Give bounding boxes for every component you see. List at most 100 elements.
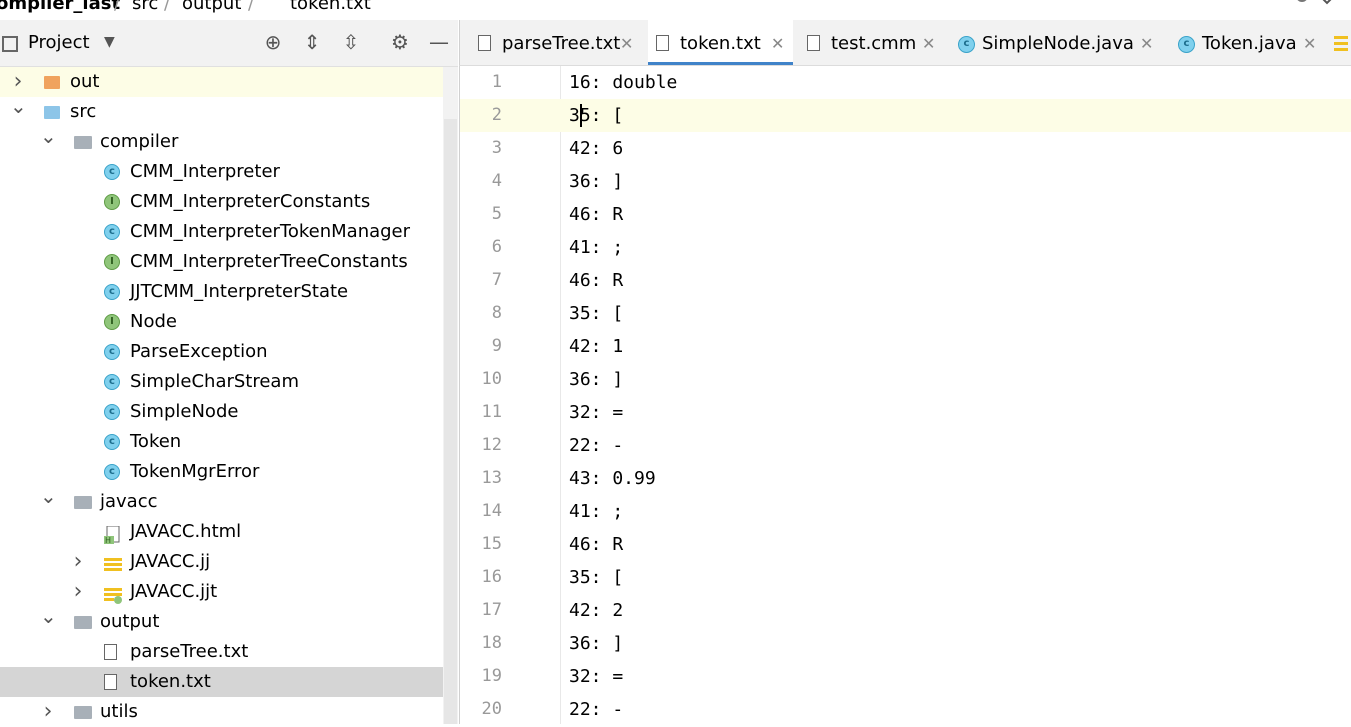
code-line[interactable]: 19 32: = — [460, 660, 1351, 693]
breadcrumb-item-output[interactable]: output — [182, 0, 241, 14]
minimize-icon[interactable]: — — [427, 30, 451, 54]
code-line[interactable]: 18 36: ] — [460, 627, 1351, 660]
chevron-right-icon[interactable]: › — [40, 697, 56, 727]
code-line[interactable]: 16 35: [ — [460, 561, 1351, 594]
editor-tab[interactable]: test.cmm ✕ — [799, 20, 944, 65]
tree-item-label: JAVACC.jjt — [130, 581, 218, 602]
close-icon[interactable]: ✕ — [771, 20, 784, 65]
code-line[interactable]: 2 35: [ — [460, 99, 1351, 132]
line-number: 5 — [491, 204, 502, 224]
editor-tab[interactable]: parseTree.txt ✕ — [470, 20, 642, 65]
code-line[interactable]: 20 22: - — [460, 693, 1351, 726]
code-text: 36: ] — [569, 171, 624, 192]
code-line[interactable]: 17 42: 2 — [460, 594, 1351, 627]
chevron-down-icon[interactable]: ▼ — [104, 34, 115, 50]
gear-icon[interactable]: ⚙ — [388, 30, 412, 54]
code-line[interactable]: 13 43: 0.99 — [460, 462, 1351, 495]
close-icon[interactable]: ✕ — [620, 20, 633, 65]
tree-item-label: CMM_Interpreter — [130, 161, 280, 182]
editor-tab[interactable]: token.txt ✕ — [648, 20, 793, 65]
text-file-icon — [478, 35, 491, 51]
code-line[interactable]: 14 41: ; — [460, 495, 1351, 528]
tree-item[interactable]: › out — [0, 67, 443, 97]
chevron-right-icon[interactable]: › — [70, 547, 86, 577]
code-line[interactable]: 3 42: 6 — [460, 132, 1351, 165]
close-icon[interactable]: ✕ — [922, 20, 935, 65]
tree-item[interactable]: c SimpleNode — [0, 397, 443, 427]
code-text: 46: R — [569, 534, 624, 555]
interface-icon: I — [104, 314, 120, 330]
tree-item[interactable]: I CMM_InterpreterTreeConstants — [0, 247, 443, 277]
breadcrumb-item-src[interactable]: src — [132, 0, 158, 14]
tree-item[interactable]: › utils — [0, 697, 443, 727]
tab-label: SimpleNode.java — [982, 33, 1134, 54]
tree-item[interactable]: c ParseException — [0, 337, 443, 367]
tree-item[interactable]: ⌄ compiler — [0, 124, 443, 157]
editor-tab[interactable]: c Token.java ✕ — [1170, 20, 1325, 65]
code-line[interactable]: 15 46: R — [460, 528, 1351, 561]
code-text: 35: [ — [569, 567, 624, 588]
tree-item[interactable]: I Node — [0, 307, 443, 337]
text-file-icon — [656, 35, 669, 51]
line-number: 15 — [481, 534, 502, 554]
tree-item[interactable]: token.txt — [0, 667, 458, 697]
line-number: 20 — [481, 699, 502, 719]
tree-item[interactable]: c JJTCMM_InterpreterState — [0, 277, 443, 307]
code-text: 16: double — [569, 72, 678, 93]
code-line[interactable]: 5 46: R — [460, 198, 1351, 231]
tree-item[interactable]: c TokenMgrError — [0, 457, 443, 487]
collapse-all-icon[interactable]: ⇳ — [339, 30, 363, 54]
tree-item[interactable]: c CMM_Interpreter — [0, 157, 443, 187]
package-icon — [74, 496, 92, 509]
breadcrumb-item-project[interactable]: ompiler_last — [0, 0, 120, 14]
code-line[interactable]: 11 32: = — [460, 396, 1351, 429]
tree-item-label: JAVACC.jj — [130, 551, 211, 572]
tree-item-label: utils — [100, 701, 138, 722]
close-icon[interactable]: ✕ — [1303, 20, 1316, 65]
code-line[interactable]: 8 35: [ — [460, 297, 1351, 330]
tree-item-label: CMM_InterpreterConstants — [130, 191, 371, 212]
chevron-down-icon[interactable]: ⌄ — [40, 121, 57, 151]
class-icon: c — [104, 164, 120, 180]
user-icon[interactable] — [1290, 0, 1334, 12]
chevron-down-icon[interactable]: ⌄ — [40, 601, 57, 631]
code-line[interactable]: 7 46: R — [460, 264, 1351, 297]
close-icon[interactable]: ✕ — [1140, 20, 1153, 65]
chevron-down-icon[interactable]: ⌄ — [10, 91, 27, 121]
code-line[interactable]: 9 42: 1 — [460, 330, 1351, 363]
tree-item[interactable]: c Token — [0, 427, 443, 457]
tree-item-label: ParseException — [130, 341, 268, 362]
project-title[interactable]: Project — [28, 32, 90, 53]
tab-label: parseTree.txt — [502, 33, 621, 54]
tree-item[interactable]: ⌄ javacc — [0, 484, 443, 517]
tree-item[interactable]: ⌄ output — [0, 604, 443, 637]
code-text: 22: - — [569, 435, 624, 456]
tree-item[interactable]: I CMM_InterpreterConstants — [0, 187, 443, 217]
code-line[interactable]: 4 36: ] — [460, 165, 1351, 198]
locate-icon[interactable]: ⊕ — [261, 30, 285, 54]
chevron-down-icon[interactable]: ⌄ — [40, 481, 57, 511]
tree-item[interactable]: ⌄ src — [0, 94, 443, 127]
scrollbar-thumb[interactable] — [444, 119, 457, 724]
tree-item[interactable]: c CMM_InterpreterTokenManager — [0, 217, 443, 247]
tree-item[interactable]: parseTree.txt — [0, 637, 443, 667]
tree-item[interactable]: › JAVACC.jj — [0, 547, 443, 577]
code-line[interactable]: 12 22: - — [460, 429, 1351, 462]
tree-item-label: SimpleCharStream — [130, 371, 299, 392]
text-file-icon — [104, 674, 117, 690]
chevron-right-icon[interactable]: › — [70, 577, 86, 607]
tree-item[interactable]: c SimpleCharStream — [0, 367, 443, 397]
tree-item-label: Token — [130, 431, 182, 452]
tree-item-label: TokenMgrError — [130, 461, 260, 482]
code-line[interactable]: 6 41: ; — [460, 231, 1351, 264]
code-line[interactable]: 10 36: ] — [460, 363, 1351, 396]
tree-item-label: compiler — [100, 131, 179, 152]
editor[interactable]: 1 16: double 2 35: [3 42: 6 4 36: ] 5 46: R 6 41: … — [459, 66, 1351, 724]
tree-item[interactable]: H JAVACC.html — [0, 517, 443, 547]
breadcrumb-item-file[interactable]: token.txt — [290, 0, 371, 14]
expand-all-icon[interactable]: ⇕ — [300, 30, 324, 54]
tree-item[interactable]: › JAVACC.jjt — [0, 577, 443, 607]
code-line[interactable]: 1 16: double — [460, 66, 1351, 99]
grammar-file-icon[interactable] — [1334, 34, 1348, 52]
editor-tab[interactable]: c SimpleNode.java ✕ — [950, 20, 1162, 65]
